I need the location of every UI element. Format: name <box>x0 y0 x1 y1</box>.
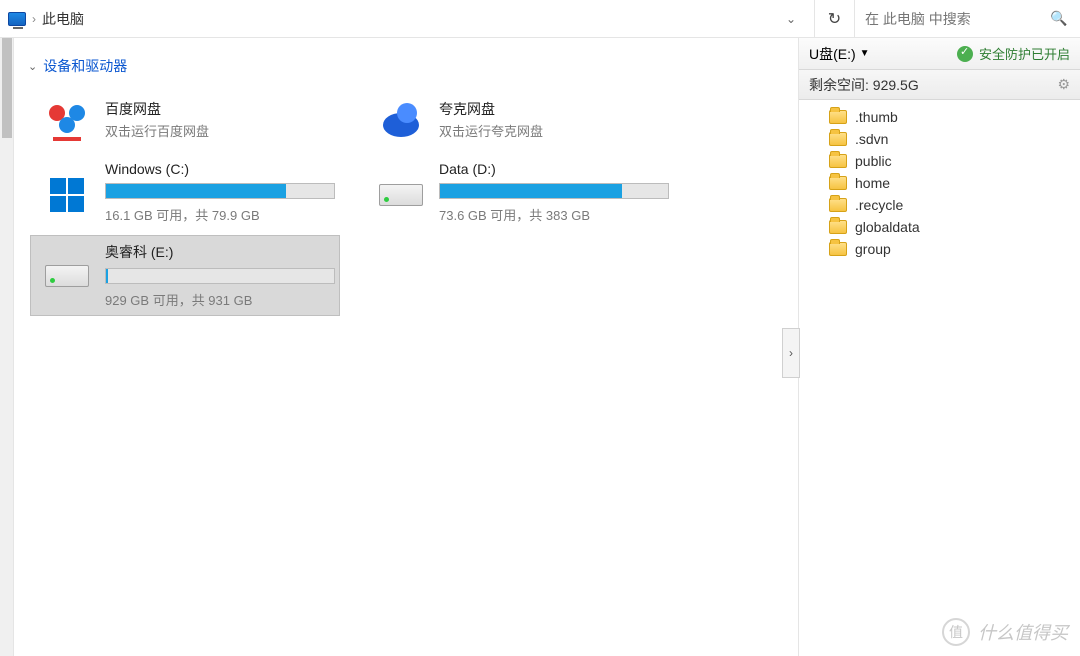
right-sidebar: U盘(E:) ▼ 安全防护已开启 剩余空间: 929.5G ⚙ .thumb .… <box>798 38 1080 656</box>
address-dropdown-button[interactable]: ⌄ <box>776 12 806 26</box>
free-space-label: 剩余空间: 929.5G <box>809 75 919 95</box>
tree-item[interactable]: public <box>807 150 1072 172</box>
drive-title: 奥睿科 (E:) <box>105 242 335 262</box>
left-scrollbar[interactable] <box>0 38 14 656</box>
tree-item[interactable]: .thumb <box>807 106 1072 128</box>
drive-subtitle: 929 GB 可用，共 931 GB <box>105 290 335 309</box>
drive-item-d[interactable]: Data (D:) 73.6 GB 可用，共 383 GB <box>364 154 674 231</box>
tree-item[interactable]: globaldata <box>807 216 1072 238</box>
refresh-button[interactable]: ↻ <box>815 0 855 37</box>
drive-usage-bar <box>105 268 335 284</box>
folder-icon <box>829 110 847 124</box>
item-subtitle: 双击运行百度网盘 <box>105 121 209 140</box>
protection-status[interactable]: 安全防护已开启 <box>957 44 1070 63</box>
drive-usage-bar <box>105 183 335 199</box>
baidu-icon <box>39 95 95 143</box>
content-area: ⌄ 设备和驱动器 百度网盘 双击运行百度网盘 <box>14 38 798 656</box>
folder-icon <box>829 132 847 146</box>
tree-item[interactable]: group <box>807 238 1072 260</box>
drive-usage-bar <box>439 183 669 199</box>
drive-subtitle: 73.6 GB 可用，共 383 GB <box>439 205 669 224</box>
drive-item-e[interactable]: 奥睿科 (E:) 929 GB 可用，共 931 GB <box>30 235 340 316</box>
watermark: 值 什么值得买 <box>942 618 1068 646</box>
app-item-baidu[interactable]: 百度网盘 双击运行百度网盘 <box>30 88 340 150</box>
drive-title: Windows (C:) <box>105 161 335 177</box>
folder-icon <box>829 242 847 256</box>
search-input[interactable] <box>865 11 1046 27</box>
sidebar-drive-selector[interactable]: U盘(E:) ▼ <box>809 44 870 64</box>
folder-name: .sdvn <box>855 131 888 147</box>
search-box[interactable]: 🔍 <box>855 0 1080 37</box>
sidebar-collapse-handle[interactable]: › <box>782 328 800 378</box>
folder-icon <box>829 154 847 168</box>
folder-tree: .thumb .sdvn public home .recycle global… <box>799 100 1080 266</box>
caret-down-icon: ▼ <box>860 48 870 59</box>
folder-icon <box>829 198 847 212</box>
windows-logo-icon <box>39 175 95 215</box>
folder-icon <box>829 176 847 190</box>
folder-name: group <box>855 241 891 257</box>
shield-icon <box>957 46 973 62</box>
tree-item[interactable]: .recycle <box>807 194 1072 216</box>
watermark-badge: 值 <box>942 618 970 646</box>
quark-icon <box>373 95 429 143</box>
folder-icon <box>829 220 847 234</box>
chevron-right-icon: › <box>32 12 36 26</box>
section-title[interactable]: 设备和驱动器 <box>43 56 127 76</box>
item-title: 夸克网盘 <box>439 99 543 119</box>
tree-item[interactable]: .sdvn <box>807 128 1072 150</box>
scrollbar-thumb[interactable] <box>2 38 12 138</box>
drive-icon <box>39 256 95 296</box>
drive-icon <box>373 175 429 215</box>
sidebar-drive-label: U盘(E:) <box>809 44 856 64</box>
protection-label: 安全防护已开启 <box>979 44 1070 63</box>
gear-icon[interactable]: ⚙ <box>1057 76 1070 93</box>
app-item-quark[interactable]: 夸克网盘 双击运行夸克网盘 <box>364 88 674 150</box>
breadcrumb-location[interactable]: 此电脑 <box>42 9 84 29</box>
drive-item-c[interactable]: Windows (C:) 16.1 GB 可用，共 79.9 GB <box>30 154 340 231</box>
tree-item[interactable]: home <box>807 172 1072 194</box>
section-collapse-icon[interactable]: ⌄ <box>28 60 37 73</box>
drive-subtitle: 16.1 GB 可用，共 79.9 GB <box>105 205 335 224</box>
search-icon[interactable]: 🔍 <box>1046 10 1071 27</box>
folder-name: home <box>855 175 890 191</box>
folder-name: .thumb <box>855 109 898 125</box>
drive-title: Data (D:) <box>439 161 669 177</box>
item-title: 百度网盘 <box>105 99 209 119</box>
folder-name: .recycle <box>855 197 903 213</box>
address-bar[interactable]: › 此电脑 ⌄ <box>0 0 815 37</box>
this-pc-icon <box>8 12 26 26</box>
folder-name: globaldata <box>855 219 920 235</box>
folder-name: public <box>855 153 892 169</box>
item-subtitle: 双击运行夸克网盘 <box>439 121 543 140</box>
watermark-text: 什么值得买 <box>978 619 1068 645</box>
